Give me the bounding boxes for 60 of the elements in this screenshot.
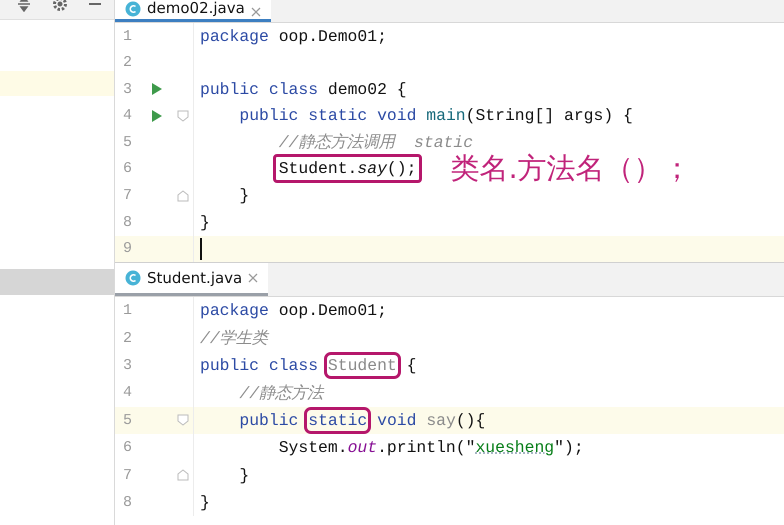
keyword: public static void: [239, 106, 416, 126]
line-number: 9: [122, 240, 134, 258]
code-comment: //静态方法: [239, 382, 324, 404]
line-number: 3: [122, 356, 134, 374]
code-text: }: [239, 186, 250, 206]
code-text: ");: [554, 438, 584, 458]
keyword: public class: [200, 80, 318, 99]
highlighted-code: Student.say();: [272, 154, 422, 184]
string-literal: xuesheng: [475, 438, 554, 458]
code-text: }: [239, 466, 250, 485]
line-number: 8: [122, 494, 134, 511]
line-number: 7: [122, 466, 134, 484]
line-number: 1: [122, 28, 134, 45]
code-comment: //静态方法调用 static: [278, 132, 474, 154]
code-text: (){: [456, 410, 486, 430]
line-number: 2: [122, 330, 134, 347]
code-text: demo02 {: [328, 80, 407, 99]
line-number: 8: [122, 214, 134, 231]
fold-icon[interactable]: [177, 469, 189, 482]
code-text: .println(": [377, 438, 476, 458]
run-icon[interactable]: [151, 108, 163, 123]
line-number: 2: [122, 54, 134, 72]
close-icon[interactable]: [250, 7, 261, 17]
line-number: 4: [122, 107, 134, 124]
line-number: 5: [122, 134, 134, 151]
settings-icon[interactable]: [52, 0, 68, 12]
class-name: say: [426, 410, 456, 430]
line-number: 3: [122, 80, 134, 98]
class-file-icon: [125, 270, 141, 286]
static-field: out: [348, 438, 378, 458]
code-text: {: [406, 356, 416, 375]
code-text: oop.Demo01;: [278, 26, 387, 46]
method-name: main: [426, 106, 466, 126]
keyword: package: [200, 301, 269, 320]
line-number: 7: [122, 187, 134, 204]
line-number: 1: [122, 302, 134, 320]
fold-icon[interactable]: [177, 110, 189, 122]
code-text: oop.Demo01;: [278, 301, 387, 320]
code-text: (String[] args) {: [466, 106, 633, 126]
code-text: }: [200, 492, 210, 512]
line-number: 4: [122, 384, 134, 402]
line-number: 5: [122, 412, 134, 429]
code-text: }: [200, 212, 210, 232]
keyword: package: [200, 26, 269, 46]
annotation-text: 类名.方法名（）；: [450, 155, 692, 182]
collapse-icon[interactable]: [16, 0, 32, 12]
class-file-icon: [125, 1, 141, 17]
keyword: public class: [200, 356, 318, 375]
fold-icon[interactable]: [177, 414, 189, 426]
line-number: 6: [122, 160, 134, 178]
code-text: System.: [278, 438, 348, 458]
close-icon[interactable]: [248, 273, 258, 283]
run-icon[interactable]: [151, 82, 163, 96]
fold-icon[interactable]: [177, 190, 189, 202]
keyword: void: [377, 410, 416, 430]
line-number: 6: [122, 439, 134, 456]
file-tab[interactable]: Student.java: [115, 263, 268, 296]
code-comment: //学生类: [200, 328, 268, 350]
file-tab[interactable]: demo02.java: [115, 0, 271, 22]
keyword: public: [239, 410, 298, 430]
